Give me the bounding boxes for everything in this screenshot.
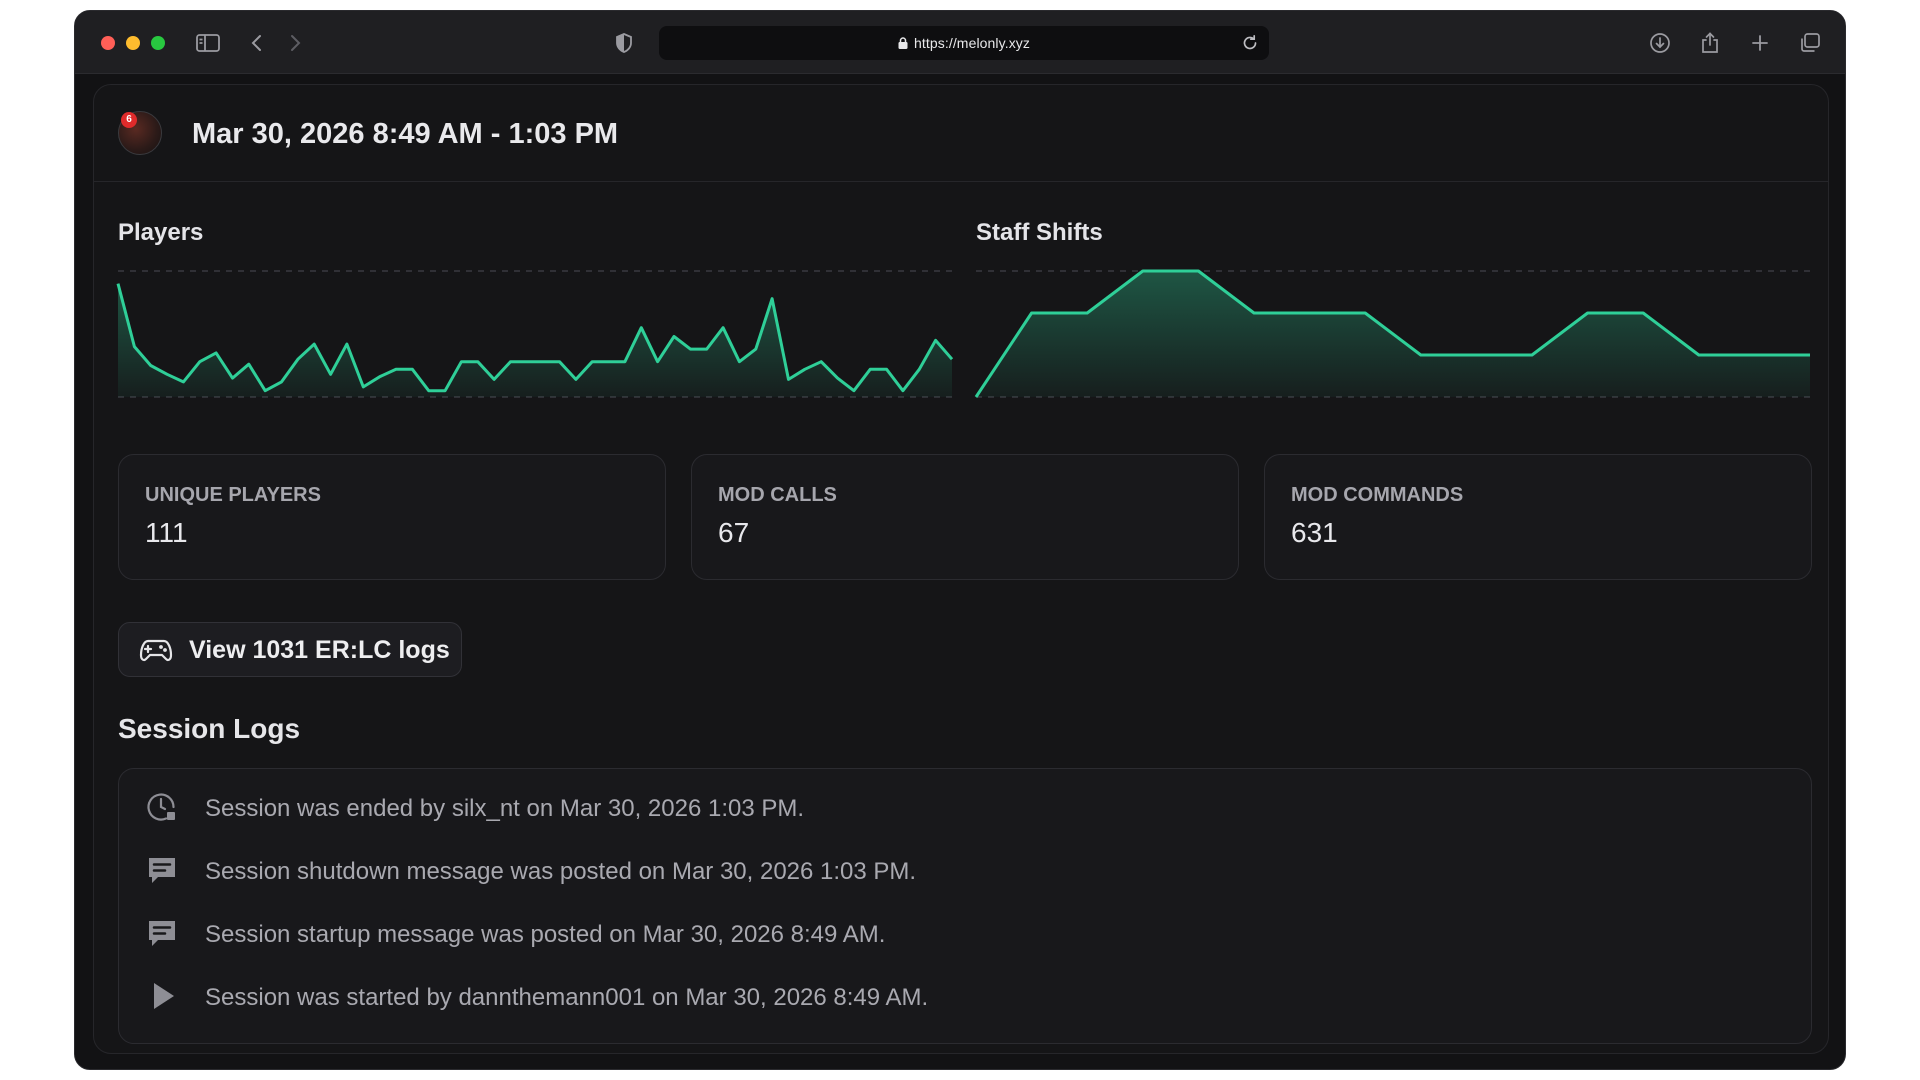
view-logs-label: View 1031 ER:LC logs	[189, 636, 450, 664]
session-header: 6 Mar 30, 2026 8:49 AM - 1:03 PM	[94, 85, 1828, 182]
stat-value: 67	[718, 517, 750, 548]
log-item-startup-message: Session startup message was posted on Ma…	[119, 908, 1811, 958]
stat-label: MOD COMMANDS	[1291, 484, 1464, 506]
avatar-badge: 6	[121, 112, 137, 128]
stat-label: UNIQUE PLAYERS	[145, 484, 321, 506]
message-icon	[145, 853, 179, 887]
url-text: https://melonly.xyz	[913, 35, 1030, 51]
close-window-button[interactable]	[101, 36, 115, 50]
browser-titlebar: https://melonly.xyz	[75, 11, 1845, 74]
stat-label: MOD CALLS	[718, 484, 837, 506]
forward-icon[interactable]	[285, 31, 305, 55]
stat-card-mod-commands: MOD COMMANDS 631	[1264, 454, 1812, 580]
minimize-window-button[interactable]	[126, 36, 140, 50]
log-text: Session startup message was posted on Ma…	[205, 921, 886, 948]
session-logs-list: Session was ended by silx_nt on Mar 30, …	[118, 768, 1812, 1044]
stat-value: 631	[1291, 517, 1338, 548]
staff-shifts-chart-title: Staff Shifts	[976, 219, 1103, 246]
address-bar[interactable]: https://melonly.xyz	[659, 26, 1269, 60]
clock-icon	[145, 790, 179, 824]
session-page: 6 Mar 30, 2026 8:49 AM - 1:03 PM Players…	[93, 84, 1829, 1054]
share-icon[interactable]	[1697, 31, 1723, 55]
log-item-session-ended: Session was ended by silx_nt on Mar 30, …	[119, 782, 1811, 832]
download-icon[interactable]	[1647, 31, 1673, 55]
log-text: Session was ended by silx_nt on Mar 30, …	[205, 795, 805, 822]
reload-icon[interactable]	[1241, 34, 1259, 52]
log-text: Session was started by dannthemann001 on…	[205, 984, 929, 1011]
zoom-window-button[interactable]	[151, 36, 165, 50]
browser-window: https://melonly.xyz 6 Mar 30, 2026 8:49 …	[74, 10, 1846, 1070]
stat-card-mod-calls: MOD CALLS 67	[691, 454, 1239, 580]
staff-shifts-chart	[974, 261, 1810, 421]
players-chart	[116, 261, 954, 421]
chart-area	[118, 283, 952, 397]
page-title: Mar 30, 2026 8:49 AM - 1:03 PM	[192, 118, 619, 150]
stat-card-unique-players: UNIQUE PLAYERS 111	[118, 454, 666, 580]
privacy-shield-icon[interactable]	[614, 31, 634, 55]
log-item-session-started: Session was started by dannthemann001 on…	[119, 971, 1811, 1021]
session-logs-title: Session Logs	[118, 713, 301, 744]
new-tab-icon[interactable]	[1747, 31, 1773, 55]
players-chart-title: Players	[118, 219, 204, 246]
gamepad-icon	[139, 635, 173, 665]
url-display: https://melonly.xyz	[659, 35, 1269, 51]
message-icon	[145, 916, 179, 950]
view-erlc-logs-button[interactable]: View 1031 ER:LC logs	[118, 622, 462, 677]
lock-icon	[898, 37, 908, 49]
stat-value: 111	[145, 517, 188, 548]
tab-overview-icon[interactable]	[1797, 31, 1823, 55]
back-icon[interactable]	[247, 31, 267, 55]
log-text: Session shutdown message was posted on M…	[205, 858, 917, 885]
log-item-shutdown-message: Session shutdown message was posted on M…	[119, 845, 1811, 895]
sidebar-toggle-icon[interactable]	[195, 31, 221, 55]
play-icon	[145, 979, 179, 1013]
